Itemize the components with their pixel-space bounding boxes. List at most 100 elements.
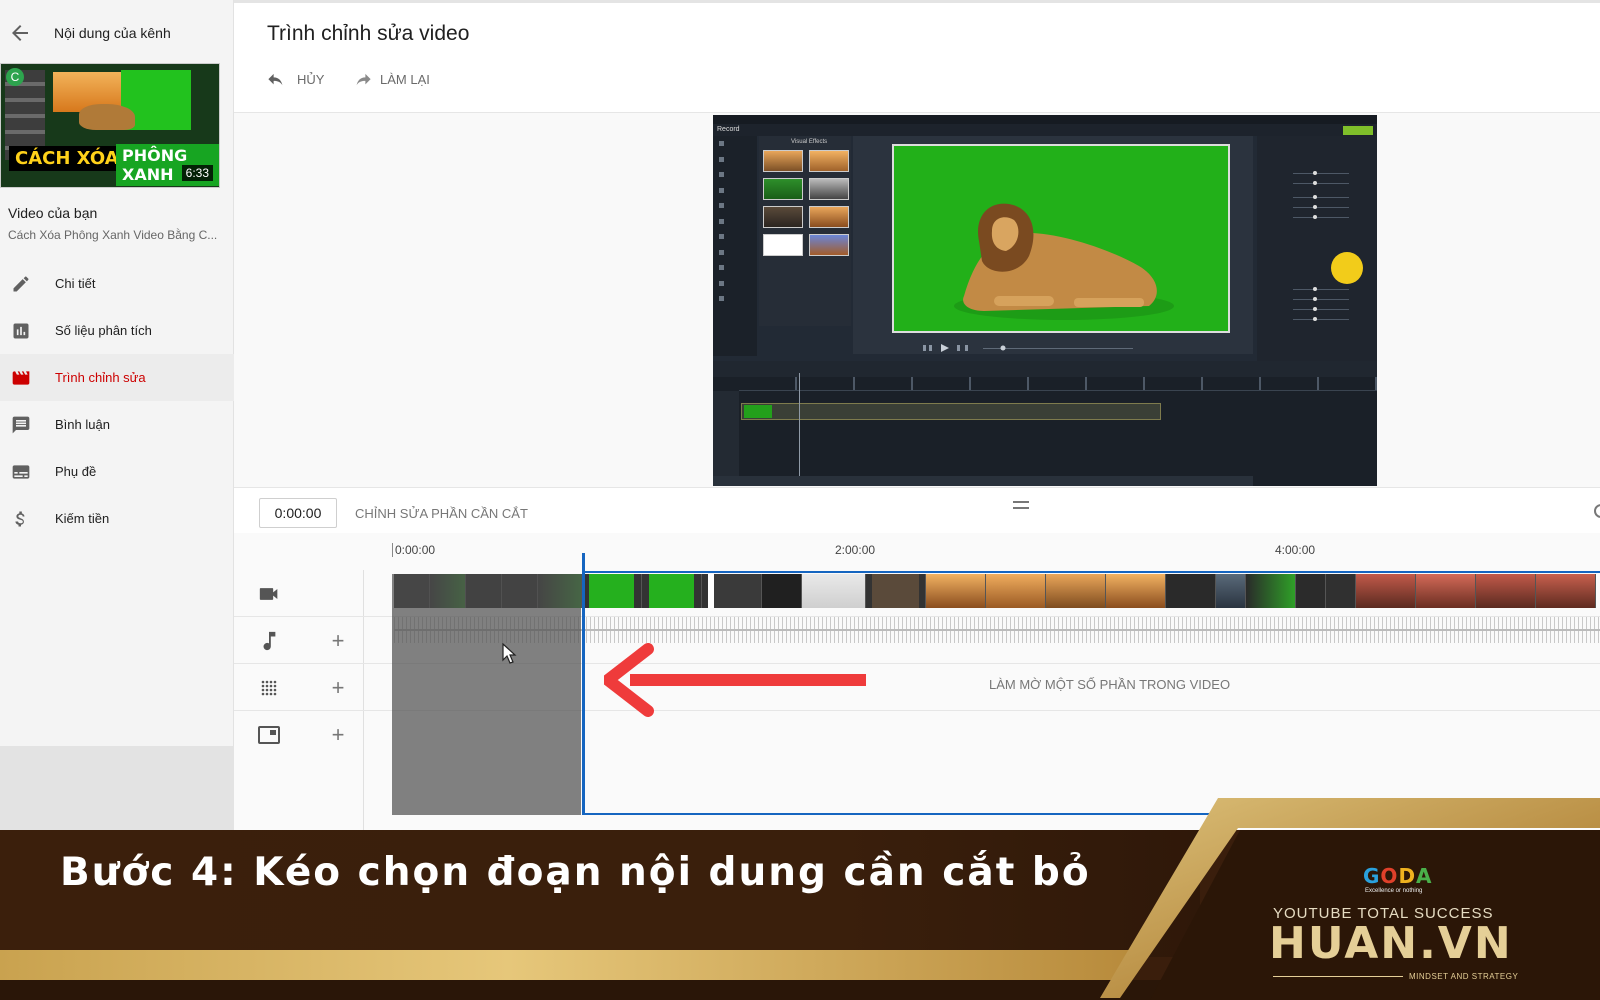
back-to-channel-content[interactable]: Nội dung của kênh bbox=[8, 20, 218, 46]
lion-image bbox=[954, 203, 1174, 320]
goda-letter-d: D bbox=[1398, 864, 1417, 888]
goda-tagline: Excellence or nothing bbox=[1365, 888, 1423, 894]
frame bbox=[1476, 574, 1536, 608]
undo-button[interactable]: HỦY bbox=[267, 72, 324, 87]
thumbnail-badge: C bbox=[6, 68, 24, 86]
end-screen-icon bbox=[257, 723, 281, 747]
goda-logo: GODA bbox=[1363, 864, 1433, 888]
analytics-icon bbox=[10, 320, 32, 342]
zoom-icon[interactable] bbox=[1594, 504, 1600, 518]
ruler-tick-label: 4:00:00 bbox=[1275, 543, 1316, 557]
preview-tool bbox=[713, 136, 757, 152]
frame bbox=[866, 574, 926, 608]
ruler-tick-label: 0:00:00 bbox=[395, 543, 436, 557]
frame bbox=[1246, 574, 1296, 608]
sidebar-nav: Chi tiết Số liệu phân tích Trình chỉnh s… bbox=[0, 260, 234, 542]
ruler-tick-label: 2:00:00 bbox=[835, 543, 876, 557]
sidebar-item-label: Trình chỉnh sửa bbox=[55, 370, 146, 385]
video-title: Cách Xóa Phông Xanh Video Bằng C... bbox=[8, 228, 218, 242]
sidebar-item-label: Bình luận bbox=[55, 417, 110, 432]
video-camera-icon bbox=[257, 582, 281, 606]
preview-playback-controls bbox=[853, 341, 1253, 355]
sidebar-item-label: Kiếm tiền bbox=[55, 511, 110, 526]
top-divider bbox=[234, 0, 1600, 3]
redo-label: LÀM LẠI bbox=[380, 72, 430, 87]
thumbnail-lion bbox=[79, 104, 135, 130]
fx-thumb bbox=[763, 234, 805, 256]
frame bbox=[986, 574, 1046, 608]
goda-letter-g: G bbox=[1363, 864, 1381, 888]
preview-cursor-highlight bbox=[1331, 252, 1363, 284]
step-instruction: Bước 4: Kéo chọn đoạn nội dung cần cắt b… bbox=[60, 850, 1091, 895]
time-input[interactable]: 0:00:00 bbox=[259, 498, 337, 528]
preview-properties-panel bbox=[1257, 136, 1377, 361]
preview-tool bbox=[713, 198, 757, 214]
selected-cut-region[interactable] bbox=[392, 574, 581, 815]
frame bbox=[1216, 574, 1246, 608]
sidebar-item-analytics[interactable]: Số liệu phân tích bbox=[0, 307, 234, 354]
frame bbox=[1356, 574, 1416, 608]
trim-button[interactable]: CHỈNH SỬA PHẦN CẦN CẮT bbox=[355, 506, 528, 521]
preview-timeline bbox=[713, 361, 1377, 486]
frame bbox=[926, 574, 986, 608]
fx-thumb bbox=[809, 150, 851, 172]
editor-header: Trình chỉnh sửa video HỦY LÀM LẠI bbox=[234, 0, 1600, 113]
preview-tool bbox=[713, 229, 757, 245]
frame bbox=[1046, 574, 1106, 608]
trim-handle[interactable] bbox=[582, 553, 585, 815]
video-duration: 6:33 bbox=[181, 165, 213, 181]
brand-divider bbox=[1273, 976, 1403, 977]
blur-track-label[interactable]: LÀM MỜ MỘT SỐ PHẦN TRONG VIDEO bbox=[989, 677, 1230, 692]
add-end-screen-button[interactable]: + bbox=[326, 723, 350, 747]
fx-thumb bbox=[809, 234, 851, 256]
pencil-icon bbox=[10, 273, 32, 295]
your-video-label: Video của bạn bbox=[8, 205, 98, 221]
preview-track-names bbox=[713, 391, 739, 486]
video-thumbnail[interactable]: C CÁCH XÓA PHÔNG XANH 6:33 bbox=[0, 63, 220, 188]
prop-row bbox=[1265, 286, 1365, 292]
add-blur-button[interactable]: + bbox=[326, 676, 350, 700]
preview-tool bbox=[713, 152, 757, 168]
preview-clip bbox=[741, 403, 1161, 420]
add-audio-button[interactable]: + bbox=[326, 629, 350, 653]
frame bbox=[1536, 574, 1596, 608]
sidebar-item-editor[interactable]: Trình chỉnh sửa bbox=[0, 354, 234, 401]
mouse-cursor-icon bbox=[502, 643, 517, 664]
prop-row bbox=[1265, 180, 1365, 186]
screen: Nội dung của kênh C CÁCH XÓA PHÔNG XANH … bbox=[0, 0, 1600, 1000]
preview-record-label: Record bbox=[717, 126, 740, 133]
prop-row bbox=[1265, 194, 1365, 200]
preview-green-screen-canvas bbox=[892, 144, 1230, 333]
sidebar-item-comments[interactable]: Bình luận bbox=[0, 401, 234, 448]
undo-label: HỦY bbox=[297, 72, 325, 87]
fx-thumb bbox=[763, 178, 805, 200]
preview-tool bbox=[713, 291, 757, 307]
frame bbox=[1296, 574, 1326, 608]
fx-thumb bbox=[809, 206, 851, 228]
red-arrow-annotation-icon bbox=[604, 643, 866, 717]
preview-tool bbox=[713, 183, 757, 199]
prop-row bbox=[1265, 296, 1365, 302]
back-arrow-icon[interactable] bbox=[8, 21, 32, 45]
sidebar-item-subtitles[interactable]: Phụ đề bbox=[0, 448, 234, 495]
fx-thumb bbox=[763, 150, 805, 172]
video-preview[interactable]: Record Visual Effects bbox=[713, 115, 1377, 486]
sidebar-item-label: Phụ đề bbox=[55, 464, 97, 479]
redo-icon bbox=[356, 73, 371, 85]
fx-thumb bbox=[763, 206, 805, 228]
sidebar-footer-area bbox=[0, 746, 234, 836]
prop-row bbox=[1265, 204, 1365, 210]
preview-play-icon bbox=[923, 344, 1133, 352]
sidebar-item-monetization[interactable]: Kiếm tiền bbox=[0, 495, 234, 542]
ruler-tick-mark bbox=[392, 543, 393, 557]
redo-button[interactable]: LÀM LẠI bbox=[350, 72, 430, 87]
sidebar-item-details[interactable]: Chi tiết bbox=[0, 260, 234, 307]
undo-icon bbox=[268, 73, 283, 85]
editor-clapper-icon bbox=[10, 367, 32, 389]
timeline: 0:00:00 2:00:00 4:00:00 + + + LÀM MỜ MỘT… bbox=[234, 533, 1600, 833]
resize-handle-icon[interactable] bbox=[1013, 501, 1029, 509]
prop-row bbox=[1265, 316, 1365, 322]
preview-effects-panel: Visual Effects bbox=[759, 136, 851, 326]
subtitles-icon bbox=[10, 461, 32, 483]
brand-logo: GODA Excellence or nothing YOUTUBE TOTAL… bbox=[1253, 850, 1523, 981]
